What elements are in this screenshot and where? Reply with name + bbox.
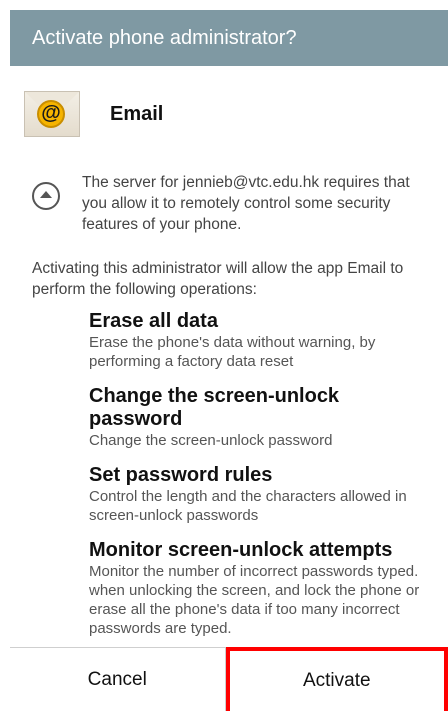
operation-title: Set password rules [89,464,273,486]
app-name: Email [110,102,164,125]
operation-title: Erase all data [89,310,218,332]
email-app-icon: @ [24,91,80,137]
cancel-button[interactable]: Cancel [10,647,226,711]
operations-list: Erase all data Erase the phone's data wi… [89,310,430,652]
activate-button[interactable]: Activate [225,647,448,711]
operation-title: Monitor screen-unlock attempts [89,539,393,561]
app-info: @ Email [24,90,163,138]
operation-item: Set password rules Control the length an… [89,464,430,525]
operation-item: Erase all data Erase the phone's data wi… [89,310,430,371]
operation-description: Change the screen-unlock password [89,432,333,449]
operation-item: Monitor screen-unlock attempts Monitor t… [89,539,430,638]
server-notice: The server for jennieb@vtc.edu.hk requir… [32,172,428,235]
operation-item: Change the screen-unlock password Change… [89,385,430,450]
operation-description: Control the length and the characters al… [89,488,407,524]
dialog-title: Activate phone administrator? [10,10,448,66]
operation-description: Monitor the number of incorrect password… [89,563,420,637]
operation-title: Change the screen-unlock password [89,385,340,430]
at-sign-icon: @ [37,100,65,128]
intro-text: Activating this administrator will allow… [32,260,404,298]
admin-dialog: Activate phone administrator? @ Email Th… [10,10,448,711]
server-notice-text: The server for jennieb@vtc.edu.hk requir… [82,174,410,233]
operation-description: Erase the phone's data without warning, … [89,334,376,370]
expand-up-icon[interactable] [32,182,60,210]
dialog-buttons: Cancel Activate [10,647,448,711]
